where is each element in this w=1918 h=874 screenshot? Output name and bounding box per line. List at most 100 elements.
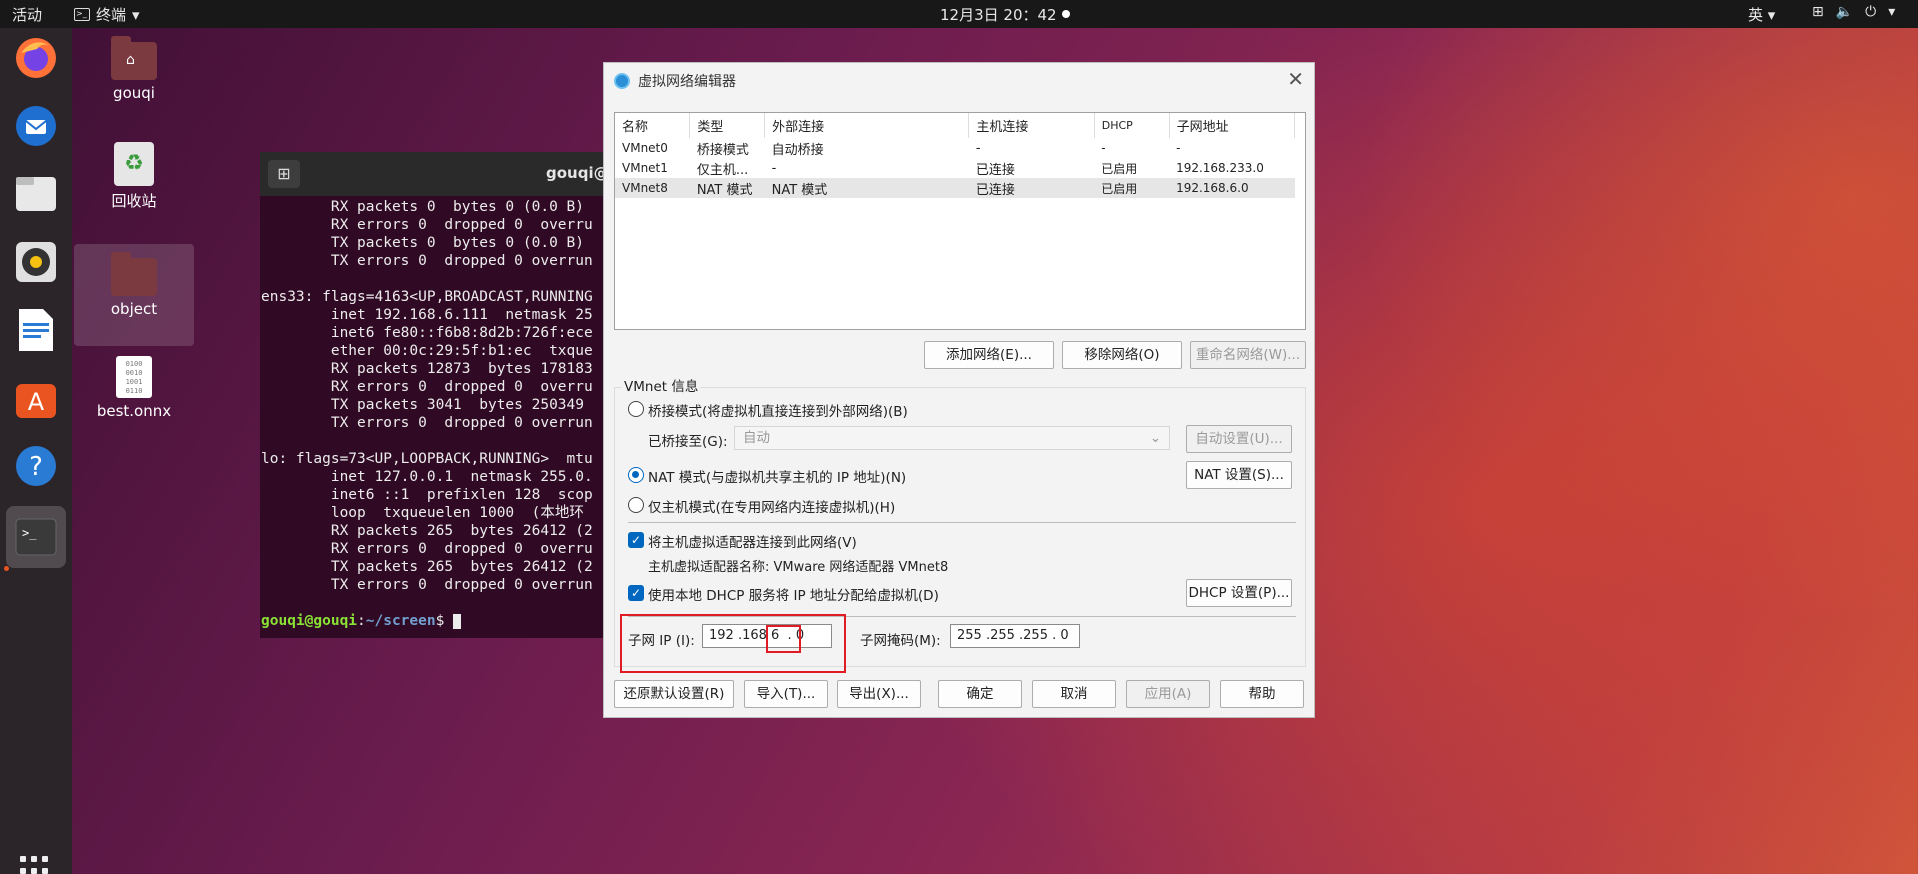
list-header: 名称 类型 外部连接 主机连接 DHCP 子网地址 xyxy=(615,113,1296,138)
table-cell: - xyxy=(1176,141,1181,155)
table-cell: - xyxy=(1101,141,1106,155)
rename-network-button[interactable]: 重命名网络(W)... xyxy=(1190,341,1306,369)
chevron-down-icon: ▾ xyxy=(132,5,140,24)
table-cell: 已启用 xyxy=(1094,178,1170,198)
connect-adapter-label: 将主机虚拟适配器连接到此网络(V) xyxy=(648,535,857,551)
table-row[interactable]: VMnet0 桥接模式 自动桥接 - - - xyxy=(615,138,1295,158)
terminal-icon: >_ xyxy=(74,8,90,21)
table-cell: - xyxy=(975,140,981,156)
input-method-label: 英 xyxy=(1748,6,1764,24)
nat-radio[interactable] xyxy=(628,467,644,483)
terminal-dock-icon[interactable]: >_ xyxy=(6,506,66,568)
files-icon[interactable] xyxy=(12,170,60,218)
subnet-mask-label: 子网掩码(M): xyxy=(860,633,941,649)
dhcp-settings-button[interactable]: DHCP 设置(P)... xyxy=(1186,579,1292,607)
new-tab-button[interactable]: ⊞ xyxy=(268,160,300,188)
network-icon: ⊞ xyxy=(1812,4,1824,20)
import-button[interactable]: 导入(T)... xyxy=(744,680,828,708)
trash-icon: ♻ xyxy=(114,142,154,186)
firefox-icon[interactable] xyxy=(12,34,60,82)
writer-icon[interactable] xyxy=(12,306,60,354)
column-header[interactable]: 外部连接 xyxy=(764,113,970,138)
bridged-to-label: 已桥接至(G): xyxy=(648,434,728,450)
dialog-titlebar[interactable]: 虚拟网络编辑器 xyxy=(614,71,736,91)
adapter-name-label: 主机虚拟适配器名称: VMware 网络适配器 VMnet8 xyxy=(648,560,949,575)
table-row[interactable]: VMnet8 NAT 模式 NAT 模式 已连接 已启用 192.168.6.0 xyxy=(615,178,1295,198)
host-only-label: 仅主机模式(在专用网络内连接虚拟机)(H) xyxy=(648,500,896,516)
terminal-window[interactable]: ⊞ gouqi@gouqi: ~/screen RX packets 0 byt… xyxy=(260,152,618,638)
subnet-mask-input[interactable]: 255 .255 .255 . 0 xyxy=(950,624,1080,648)
thunderbird-icon[interactable] xyxy=(12,102,60,150)
app-menu-label: 终端 xyxy=(96,6,127,24)
system-tray[interactable]: ⊞ 🔈 ⏻ ▾ xyxy=(1812,4,1895,20)
clock[interactable]: 12月3日 20：42 xyxy=(940,4,1057,25)
binary-file-icon: 0100 0010 1001 0110 xyxy=(116,356,152,398)
add-network-button[interactable]: 添加网络(E)... xyxy=(924,341,1054,369)
terminal-lines: RX packets 0 bytes 0 (0.0 B) RX errors 0… xyxy=(261,199,593,593)
column-header[interactable]: 类型 xyxy=(689,113,766,138)
desktop-icon-best-onnx[interactable]: 0100 0010 1001 0110 best.onnx xyxy=(80,356,188,420)
show-apps-icon[interactable] xyxy=(20,856,52,874)
bridged-to-select[interactable]: 自动 ⌄ xyxy=(734,426,1170,450)
table-row[interactable]: VMnet1 仅主机... - 已连接 已启用 192.168.233.0 xyxy=(615,158,1295,178)
dhcp-checkbox[interactable]: ✓ xyxy=(628,585,644,601)
globe-icon xyxy=(614,73,630,89)
table-cell: VMnet1 xyxy=(622,161,668,175)
svg-text:?: ? xyxy=(29,452,43,482)
desktop-icon-trash[interactable]: ♻ 回收站 xyxy=(80,138,188,211)
prompt-sep: : xyxy=(357,613,366,629)
restore-defaults-button[interactable]: 还原默认设置(R) xyxy=(614,680,734,708)
desktop-icon-label: object xyxy=(110,300,158,318)
prompt-end: $ xyxy=(435,613,454,629)
column-header[interactable]: DHCP xyxy=(1094,113,1170,138)
terminal-output[interactable]: RX packets 0 bytes 0 (0.0 B) RX errors 0… xyxy=(260,196,618,630)
divider xyxy=(628,522,1296,523)
running-indicator xyxy=(4,566,9,571)
help-button[interactable]: 帮助 xyxy=(1220,680,1304,708)
bridged-to-value: 自动 xyxy=(743,430,770,446)
activities-button[interactable]: 活动 xyxy=(12,4,42,25)
app-menu[interactable]: >_ 终端 ▾ xyxy=(74,4,140,25)
bridged-label: 桥接模式(将虚拟机直接连接到外部网络)(B) xyxy=(648,404,908,420)
table-cell: 已启用 xyxy=(1101,161,1138,176)
group-label: VMnet 信息 xyxy=(622,375,701,395)
network-list[interactable]: 名称 类型 外部连接 主机连接 DHCP 子网地址 VMnet0 桥接模式 自动桥接… xyxy=(614,112,1306,330)
table-cell: 已连接 xyxy=(975,162,1015,178)
svg-text:A: A xyxy=(28,388,45,416)
chevron-down-icon: ⌄ xyxy=(1149,430,1161,446)
software-center-icon[interactable]: A xyxy=(12,374,60,422)
terminal-titlebar[interactable]: ⊞ gouqi@gouqi: ~/screen xyxy=(260,152,618,196)
column-header[interactable]: 子网地址 xyxy=(1169,113,1296,138)
connect-adapter-checkbox[interactable]: ✓ xyxy=(628,532,644,548)
desktop-icon-label: gouqi xyxy=(113,84,155,102)
apply-button[interactable]: 应用(A) xyxy=(1126,680,1210,708)
rhythmbox-icon[interactable] xyxy=(12,238,60,286)
desktop-icon-object[interactable]: object xyxy=(74,244,194,346)
host-only-radio[interactable] xyxy=(628,497,644,513)
auto-settings-button[interactable]: 自动设置(U)... xyxy=(1186,425,1292,453)
dhcp-label: 使用本地 DHCP 服务将 IP 地址分配给虚拟机(D) xyxy=(648,588,939,604)
dock: A ? >_ xyxy=(0,28,72,874)
table-cell: NAT 模式 xyxy=(689,178,765,198)
virtual-network-editor-dialog: 虚拟网络编辑器 ✕ 名称 类型 外部连接 主机连接 DHCP 子网地址 VMne… xyxy=(603,62,1315,718)
bridged-radio[interactable] xyxy=(628,401,644,417)
power-icon: ⏻ xyxy=(1865,4,1877,20)
help-icon[interactable]: ? xyxy=(12,442,60,490)
volume-icon: 🔈 xyxy=(1835,4,1854,20)
table-cell: 仅主机... xyxy=(696,162,749,178)
table-cell: 已连接 xyxy=(968,178,1095,198)
remove-network-button[interactable]: 移除网络(O) xyxy=(1062,341,1182,369)
table-cell: 桥接模式 xyxy=(696,142,749,158)
input-method-menu[interactable]: 英 ▾ xyxy=(1748,4,1775,25)
export-button[interactable]: 导出(X)... xyxy=(837,680,921,708)
ok-button[interactable]: 确定 xyxy=(938,680,1022,708)
desktop-icon-home[interactable]: ⌂ gouqi xyxy=(80,34,188,102)
nat-settings-button[interactable]: NAT 设置(S)... xyxy=(1186,461,1292,489)
close-icon[interactable]: ✕ xyxy=(1287,67,1304,91)
top-bar: 活动 >_ 终端 ▾ 12月3日 20：42 英 ▾ ⊞ 🔈 ⏻ ▾ xyxy=(0,0,1918,28)
notification-dot xyxy=(1062,10,1070,18)
column-header[interactable]: 名称 xyxy=(615,113,691,138)
text-cursor xyxy=(453,613,462,629)
column-header[interactable]: 主机连接 xyxy=(968,113,1095,138)
cancel-button[interactable]: 取消 xyxy=(1032,680,1116,708)
